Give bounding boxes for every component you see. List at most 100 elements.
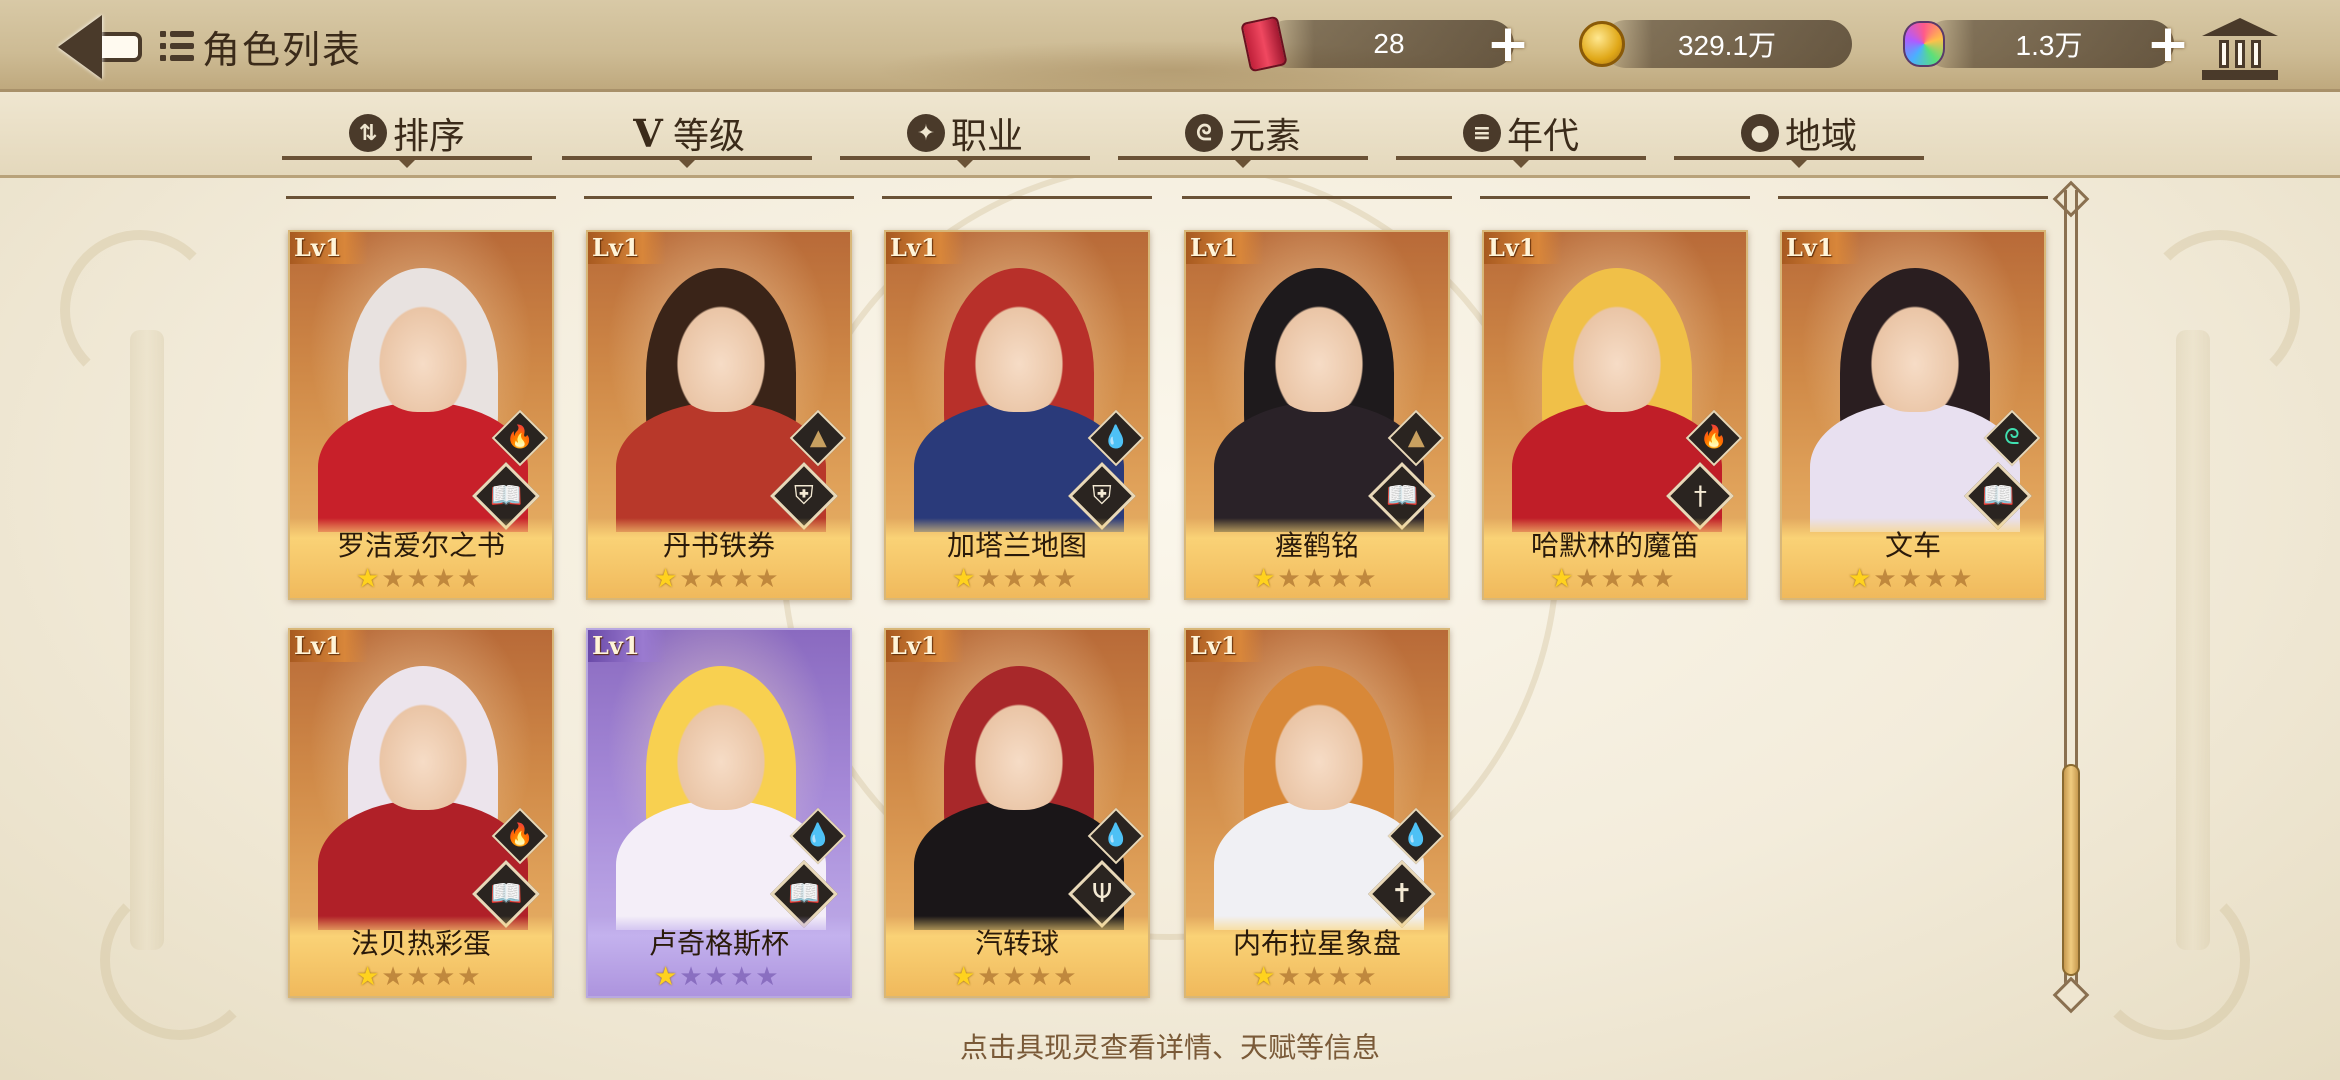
star-rating: ★ ★ ★ ★ ★ xyxy=(356,964,481,990)
star-icon: ★ xyxy=(1053,962,1077,992)
bank-icon[interactable] xyxy=(2202,18,2278,80)
left-pillar-ornament xyxy=(130,330,164,950)
add-gem-button[interactable]: + xyxy=(2146,18,2190,70)
grid-divider xyxy=(1182,196,1452,199)
star-icon: ★ xyxy=(952,962,976,992)
tab-era-label: 年代 xyxy=(1506,116,1579,157)
star-icon: ★ xyxy=(381,962,405,992)
scroll-bottom-cap xyxy=(2052,976,2090,1014)
grid-divider xyxy=(286,196,556,199)
star-icon: ★ xyxy=(729,962,754,992)
star-rating: ★ ★ ★ ★ ★ xyxy=(952,566,1077,592)
level-badge: Lv1 xyxy=(290,232,368,264)
gold-coin-icon xyxy=(1574,14,1630,74)
level-badge: Lv1 xyxy=(1484,232,1562,264)
star-icon: ★ xyxy=(1600,564,1624,594)
character-card[interactable]: Lv1 🔥 📖 法贝热彩蛋 ★ ★ ★ ★ ★ xyxy=(288,628,554,998)
top-bar: 角色列表 28 + 329.1万 1.3万 + xyxy=(0,0,2340,100)
filter-tab-bar: ⇅ 排序 V 等级 ✦ 职业 ᘓ 元素 ≡ 年代 ● 地域 xyxy=(0,92,2340,178)
tab-profession[interactable]: ✦ 职业 xyxy=(840,110,1090,168)
star-rating: ★ ★ ★ ★ ★ xyxy=(952,964,1077,990)
tab-level[interactable]: V 等级 xyxy=(562,110,812,168)
star-icon: ★ xyxy=(406,564,430,594)
currency-gem-value: 1.3万 xyxy=(2015,30,2083,61)
star-icon: ★ xyxy=(1898,564,1922,594)
tab-sort[interactable]: ⇅ 排序 xyxy=(282,110,532,168)
bottom-left-scroll-ornament xyxy=(100,880,260,1040)
star-icon: ★ xyxy=(1252,564,1276,594)
era-icon: ≡ xyxy=(1462,114,1501,152)
level-badge: Lv1 xyxy=(290,630,368,662)
star-rating: ★ ★ ★ ★ ★ xyxy=(1550,566,1675,592)
star-rating: ★ ★ ★ ★ ★ xyxy=(1252,964,1377,990)
character-card[interactable]: Lv1 🔥 † 哈默林的魔笛 ★ ★ ★ ★ ★ xyxy=(1482,230,1748,600)
star-icon: ★ xyxy=(457,564,481,594)
level-badge: Lv1 xyxy=(886,630,964,662)
character-name: 文车 xyxy=(1884,529,1941,562)
star-icon: ★ xyxy=(1027,564,1052,594)
character-card[interactable]: Lv1 💧 ⛨ 加塔兰地图 ★ ★ ★ ★ ★ xyxy=(884,230,1150,600)
star-icon: ★ xyxy=(952,564,976,594)
star-icon: ★ xyxy=(1923,564,1948,594)
level-badge: Lv1 xyxy=(1186,630,1264,662)
star-rating: ★ ★ ★ ★ ★ xyxy=(1848,566,1973,592)
right-scroll-ornament xyxy=(2140,230,2300,390)
tab-profession-label: 职业 xyxy=(950,116,1023,157)
grid-divider xyxy=(1480,196,1750,199)
tab-era[interactable]: ≡ 年代 xyxy=(1396,110,1646,168)
star-icon: ★ xyxy=(1550,564,1574,594)
star-icon: ★ xyxy=(1873,564,1897,594)
character-card[interactable]: Lv1 🔥 📖 罗洁爱尔之书 ★ ★ ★ ★ ★ xyxy=(288,230,554,600)
currency-soda: 28 + xyxy=(1240,15,1530,73)
character-name: 加塔兰地图 xyxy=(946,529,1087,562)
currency-soda-value: 28 xyxy=(1373,28,1405,59)
star-icon: ★ xyxy=(1327,564,1352,594)
back-arrow-icon xyxy=(58,15,102,79)
tab-region-label: 地域 xyxy=(1784,116,1857,157)
star-icon: ★ xyxy=(381,564,405,594)
back-button[interactable] xyxy=(52,12,148,82)
character-card[interactable]: Lv1 💧 📖 卢奇格斯杯 ★ ★ ★ ★ ★ xyxy=(586,628,852,998)
star-icon: ★ xyxy=(1651,564,1675,594)
star-icon: ★ xyxy=(1277,564,1301,594)
add-soda-button[interactable]: + xyxy=(1486,18,1530,70)
star-icon: ★ xyxy=(704,564,728,594)
star-icon: ★ xyxy=(431,962,456,992)
tab-element-label: 元素 xyxy=(1228,116,1301,157)
left-scroll-ornament xyxy=(60,230,220,390)
tab-region[interactable]: ● 地域 xyxy=(1674,110,1924,168)
star-icon: ★ xyxy=(704,962,728,992)
character-name: 汽转球 xyxy=(974,927,1059,960)
star-rating: ★ ★ ★ ★ ★ xyxy=(654,964,779,990)
star-icon: ★ xyxy=(406,962,430,992)
character-card[interactable]: Lv1 ▲ ⛨ 丹书铁券 ★ ★ ★ ★ ★ xyxy=(586,230,852,600)
star-icon: ★ xyxy=(654,564,678,594)
star-icon: ★ xyxy=(679,564,703,594)
character-card[interactable]: Lv1 ᘓ 📖 文车 ★ ★ ★ ★ ★ xyxy=(1780,230,2046,600)
character-name: 内布拉星象盘 xyxy=(1232,927,1401,960)
scrollbar-thumb[interactable] xyxy=(2062,764,2080,976)
level-badge: Lv1 xyxy=(1782,232,1860,264)
star-icon: ★ xyxy=(1575,564,1599,594)
star-rating: ★ ★ ★ ★ ★ xyxy=(1252,566,1377,592)
star-icon: ★ xyxy=(1053,564,1077,594)
currency-gem: 1.3万 + xyxy=(1903,18,2190,70)
level-badge: Lv1 xyxy=(588,630,666,662)
level-badge: Lv1 xyxy=(588,232,666,264)
star-icon: ★ xyxy=(755,564,779,594)
star-icon: ★ xyxy=(654,962,678,992)
star-icon: ★ xyxy=(1302,962,1326,992)
star-icon: ★ xyxy=(1002,962,1026,992)
character-name: 哈默林的魔笛 xyxy=(1530,529,1699,562)
grid-divider xyxy=(882,196,1152,199)
character-card[interactable]: Lv1 💧 ✝ 内布拉星象盘 ★ ★ ★ ★ ★ xyxy=(1184,628,1450,998)
star-rating: ★ ★ ★ ★ ★ xyxy=(654,566,779,592)
star-icon: ★ xyxy=(1353,564,1377,594)
character-card[interactable]: Lv1 💧 Ψ 汽转球 ★ ★ ★ ★ ★ xyxy=(884,628,1150,998)
character-card[interactable]: Lv1 ▲ 📖 瘗鹤铭 ★ ★ ★ ★ ★ xyxy=(1184,230,1450,600)
tab-element[interactable]: ᘓ 元素 xyxy=(1118,110,1368,168)
character-name: 罗洁爱尔之书 xyxy=(336,529,505,562)
element-swirl-icon: ᘓ xyxy=(1184,114,1223,152)
page-title: 角色列表 xyxy=(202,27,363,72)
star-icon: ★ xyxy=(755,962,779,992)
